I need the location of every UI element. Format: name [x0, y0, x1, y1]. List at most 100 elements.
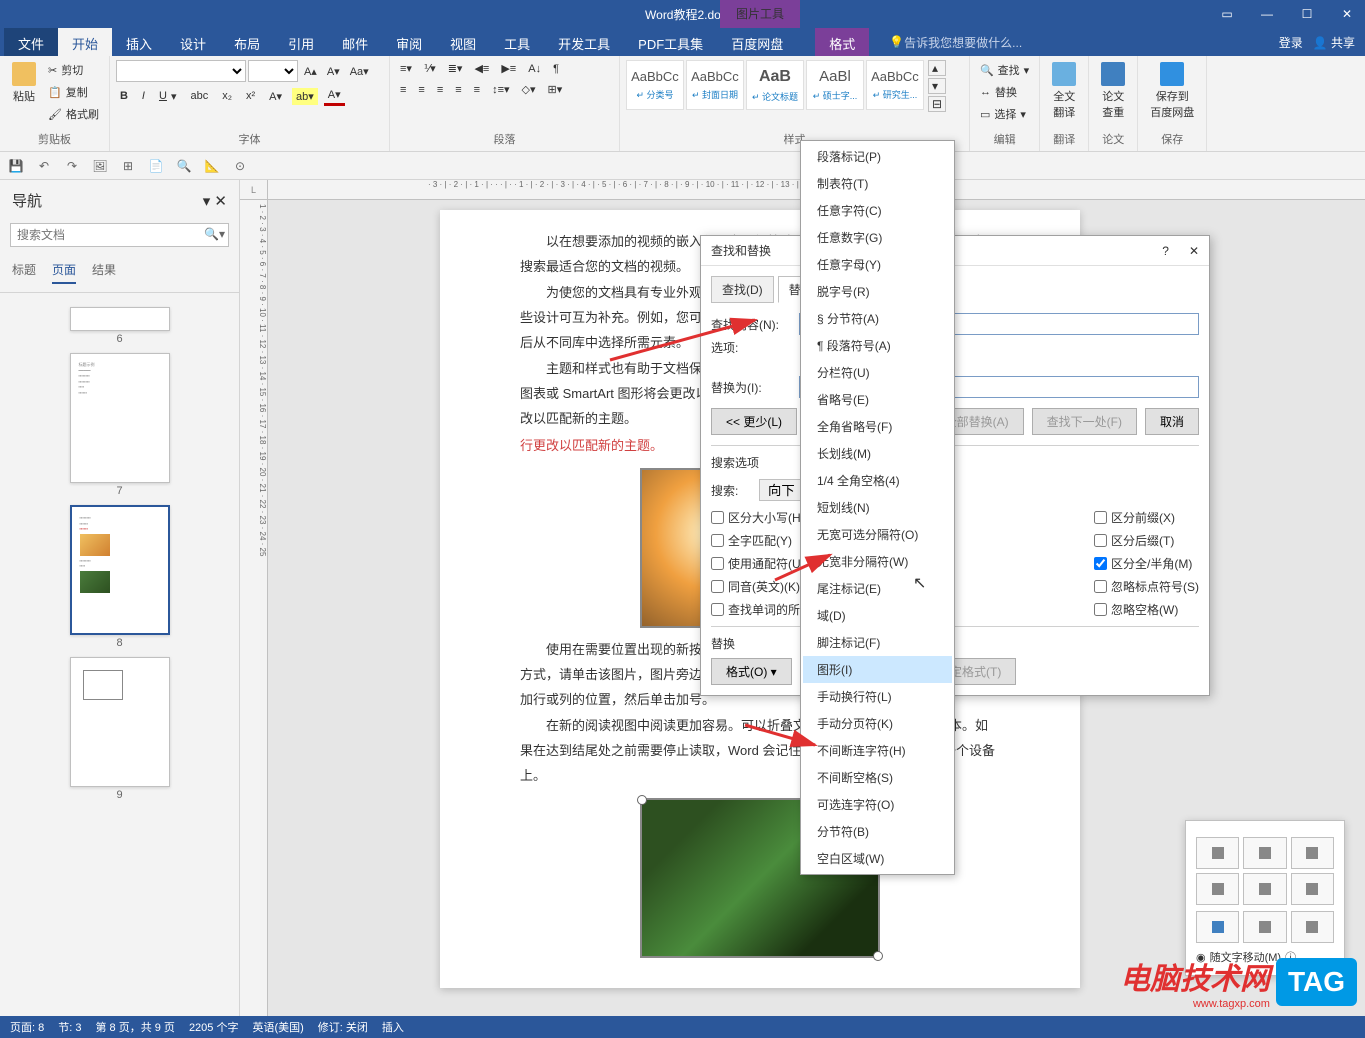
thumbnail-7[interactable]: 标题示例━━━━━▪▪▪▪▪▪▪▪▪▪▪▪▪▪▪▪▪▪▪▪▪▪▪▪▪▪ — [70, 353, 170, 483]
paper-check-button[interactable]: 论文 查重 — [1095, 60, 1131, 122]
menu-footnote-mark[interactable]: 脚注标记(F) — [803, 629, 952, 656]
line-spacing-button[interactable]: ↕≡▾ — [488, 81, 513, 98]
distribute-button[interactable]: ≡ — [470, 81, 484, 98]
shrink-font-button[interactable]: A▾ — [323, 60, 344, 82]
style-item-3[interactable]: AaB↵ 论文标题 — [746, 60, 804, 110]
style-item-4[interactable]: AaBl↵ 硕士字... — [806, 60, 864, 110]
tab-insert[interactable]: 插入 — [112, 28, 166, 56]
status-section[interactable]: 节: 3 — [58, 1019, 81, 1035]
borders-button[interactable]: ⊞▾ — [544, 81, 567, 98]
share-button[interactable]: 👤 共享 — [1313, 34, 1355, 51]
menu-graphic[interactable]: 图形(I) — [803, 656, 952, 683]
decrease-indent-button[interactable]: ◀≡ — [470, 60, 493, 77]
menu-en-dash[interactable]: 短划线(N) — [803, 494, 952, 521]
shading-button[interactable]: ◇▾ — [518, 81, 540, 98]
tab-view[interactable]: 视图 — [436, 28, 490, 56]
numbering-button[interactable]: ⅟▾ — [420, 60, 440, 77]
dialog-tab-find[interactable]: 查找(D) — [711, 276, 774, 303]
thumbnail-6[interactable] — [70, 307, 170, 331]
layout-opt-8[interactable] — [1243, 911, 1286, 943]
highlight-button[interactable]: ab▾ — [292, 88, 318, 105]
tell-me-input[interactable]: 💡 告诉我您想要做什么... — [889, 28, 1022, 56]
menu-em-dash[interactable]: 长划线(M) — [803, 440, 952, 467]
replace-button[interactable]: ↔ 替换 — [976, 82, 1033, 102]
menu-nonbreak-space[interactable]: 不间断空格(S) — [803, 764, 952, 791]
qat-btn-5[interactable]: ⊞ — [116, 154, 140, 178]
tab-file[interactable]: 文件 — [4, 28, 58, 56]
tab-review[interactable]: 审阅 — [382, 28, 436, 56]
tab-home[interactable]: 开始 — [58, 28, 112, 56]
chk-suffix[interactable]: 区分后缀(T) — [1094, 532, 1199, 549]
layout-through[interactable] — [1196, 873, 1239, 905]
underline-button[interactable]: U▾ — [155, 88, 180, 105]
paste-button[interactable]: 粘贴 — [6, 60, 42, 106]
layout-topbottom[interactable] — [1243, 873, 1286, 905]
login-link[interactable]: 登录 — [1279, 34, 1303, 51]
tab-pdf[interactable]: PDF工具集 — [624, 28, 717, 56]
strike-button[interactable]: abc — [186, 88, 212, 104]
menu-no-width-nonbreak[interactable]: 无宽非分隔符(W) — [803, 548, 952, 575]
status-word-count[interactable]: 2205 个字 — [189, 1019, 239, 1035]
tab-format[interactable]: 格式 — [815, 28, 869, 56]
menu-opt-break[interactable]: 无宽可选分隔符(O) — [803, 521, 952, 548]
chk-prefix[interactable]: 区分前缀(X) — [1094, 509, 1199, 526]
style-item-1[interactable]: AaBbCc↵ 分类号 — [626, 60, 684, 110]
layout-inline[interactable] — [1196, 837, 1239, 869]
tab-tools[interactable]: 工具 — [490, 28, 544, 56]
increase-indent-button[interactable]: ▶≡ — [497, 60, 520, 77]
change-case-button[interactable]: Aa▾ — [346, 60, 373, 82]
justify-button[interactable]: ≡ — [451, 81, 465, 98]
styles-scroll-down[interactable]: ▾ — [928, 78, 946, 94]
less-button[interactable]: << 更少(L) — [711, 408, 797, 435]
dialog-help-icon[interactable]: ? — [1162, 244, 1169, 258]
menu-ellipsis[interactable]: 省略号(E) — [803, 386, 952, 413]
sort-button[interactable]: A↓ — [524, 60, 545, 77]
menu-white-space[interactable]: 空白区域(W) — [803, 845, 952, 872]
show-marks-button[interactable]: ¶ — [549, 60, 563, 77]
font-size-select[interactable] — [248, 60, 298, 82]
align-left-button[interactable]: ≡ — [396, 81, 410, 98]
qat-btn-6[interactable]: 📄 — [144, 154, 168, 178]
chk-ignore-space[interactable]: 忽略空格(W) — [1094, 601, 1199, 618]
menu-quarter-em[interactable]: 1/4 全角空格(4) — [803, 467, 952, 494]
layout-opt-9[interactable] — [1291, 911, 1334, 943]
grow-font-button[interactable]: A▴ — [300, 60, 321, 82]
font-color-button[interactable]: A▾ — [324, 86, 345, 106]
menu-endnote-mark[interactable]: 尾注标记(E) — [803, 575, 952, 602]
menu-full-ellipsis[interactable]: 全角省略号(F) — [803, 413, 952, 440]
status-page[interactable]: 页面: 8 — [10, 1019, 44, 1035]
menu-nonbreak-hyphen[interactable]: 不间断连字符(H) — [803, 737, 952, 764]
font-family-select[interactable] — [116, 60, 246, 82]
format-painter-button[interactable]: 🖌 格式刷 — [44, 104, 103, 124]
menu-column-break[interactable]: 分栏符(U) — [803, 359, 952, 386]
undo-button[interactable]: ↶ — [32, 154, 56, 178]
tab-layout[interactable]: 布局 — [220, 28, 274, 56]
minimize-icon[interactable]: — — [1253, 4, 1281, 24]
dialog-close-icon[interactable]: ✕ — [1189, 244, 1199, 258]
menu-any-digit[interactable]: 任意数字(G) — [803, 224, 952, 251]
menu-opt-hyphen[interactable]: 可选连字符(O) — [803, 791, 952, 818]
menu-section-break[interactable]: 分节符(B) — [803, 818, 952, 845]
nav-tab-pages[interactable]: 页面 — [52, 261, 76, 284]
find-next-button[interactable]: 查找下一处(F) — [1032, 408, 1137, 435]
menu-manual-line-break[interactable]: 手动换行符(L) — [803, 683, 952, 710]
find-button[interactable]: 🔍 查找 ▾ — [976, 60, 1033, 80]
nav-close-icon[interactable]: ▾ ✕ — [203, 192, 227, 210]
menu-field[interactable]: 域(D) — [803, 602, 952, 629]
chk-ignore-punct[interactable]: 忽略标点符号(S) — [1094, 578, 1199, 595]
superscript-button[interactable]: x² — [242, 88, 259, 104]
maximize-icon[interactable]: ☐ — [1293, 4, 1321, 24]
select-button[interactable]: ▭ 选择 ▾ — [976, 104, 1033, 124]
status-language[interactable]: 英语(美国) — [252, 1019, 303, 1035]
ribbon-display-options-icon[interactable]: ▭ — [1213, 4, 1241, 24]
thumbnail-8[interactable]: ▪▪▪▪▪▪▪▪▪▪▪▪▪▪▪▪▪▪▪▪▪▪▪▪▪▪▪▪▪▪▪▪ — [70, 505, 170, 635]
tab-mail[interactable]: 邮件 — [328, 28, 382, 56]
nav-tab-headings[interactable]: 标题 — [12, 261, 36, 284]
status-insert-mode[interactable]: 插入 — [382, 1019, 404, 1035]
tab-references[interactable]: 引用 — [274, 28, 328, 56]
status-page-of[interactable]: 第 8 页，共 9 页 — [95, 1019, 174, 1035]
bullets-button[interactable]: ≡▾ — [396, 60, 416, 77]
text-effects-button[interactable]: A▾ — [265, 88, 286, 105]
styles-expand[interactable]: ⊟ — [928, 96, 946, 112]
menu-paragraph-char[interactable]: ¶ 段落符号(A) — [803, 332, 952, 359]
